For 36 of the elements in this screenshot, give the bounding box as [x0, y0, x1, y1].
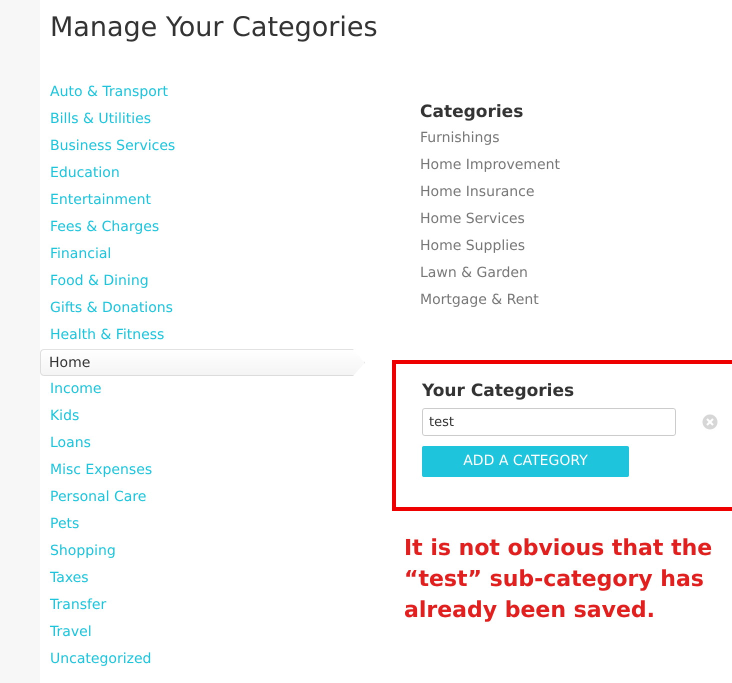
section-heading: Your Categories: [422, 380, 576, 404]
category-link[interactable]: Personal Care: [40, 484, 146, 512]
category-link[interactable]: Bills & Utilities: [40, 106, 152, 134]
category-field[interactable]: test: [422, 408, 676, 436]
category-link[interactable]: Home: [40, 349, 365, 376]
page-title: Manage Your Categories: [50, 11, 379, 45]
category-link[interactable]: Business Services: [40, 133, 176, 160]
category-link[interactable]: Fees & Charges: [40, 214, 160, 242]
category-link[interactable]: Uncategorized: [40, 646, 152, 674]
category-link[interactable]: Travel: [40, 619, 92, 646]
subcategory-item: Home Improvement: [420, 156, 560, 176]
category-link[interactable]: Transfer: [40, 592, 106, 620]
section-heading: Categories: [420, 101, 524, 124]
category-link[interactable]: Shopping: [40, 538, 116, 566]
category-link[interactable]: Loans: [40, 430, 91, 458]
remove-icon[interactable]: [702, 414, 718, 430]
category-link[interactable]: Financial: [40, 241, 112, 268]
category-link[interactable]: Auto & Transport: [40, 79, 168, 106]
category-link[interactable]: Health & Fitness: [40, 322, 164, 350]
subcategory-item: Home Supplies: [420, 237, 526, 256]
annotation-text: It is not obvious that the “test” sub-category has already been saved.: [404, 535, 714, 626]
add-category-button[interactable]: ADD A CATEGORY: [422, 446, 629, 478]
category-link[interactable]: Income: [40, 376, 102, 404]
category-link[interactable]: Misc Expenses: [40, 457, 152, 484]
category-link[interactable]: Pets: [40, 511, 80, 538]
subcategory-item: Home Services: [420, 210, 525, 230]
category-link[interactable]: Food & Dining: [40, 268, 149, 296]
category-link[interactable]: Entertainment: [40, 187, 152, 214]
category-link[interactable]: Taxes: [40, 565, 89, 592]
subcategory-item: Mortgage & Rent: [420, 291, 539, 310]
subcategory-item: Furnishings: [420, 129, 500, 148]
category-link[interactable]: Gifts & Donations: [40, 295, 173, 322]
category-link[interactable]: Kids: [40, 403, 80, 430]
subcategory-item: Home Insurance: [420, 183, 534, 202]
subcategory-item: Lawn & Garden: [420, 264, 528, 284]
category-link[interactable]: Education: [40, 160, 120, 188]
